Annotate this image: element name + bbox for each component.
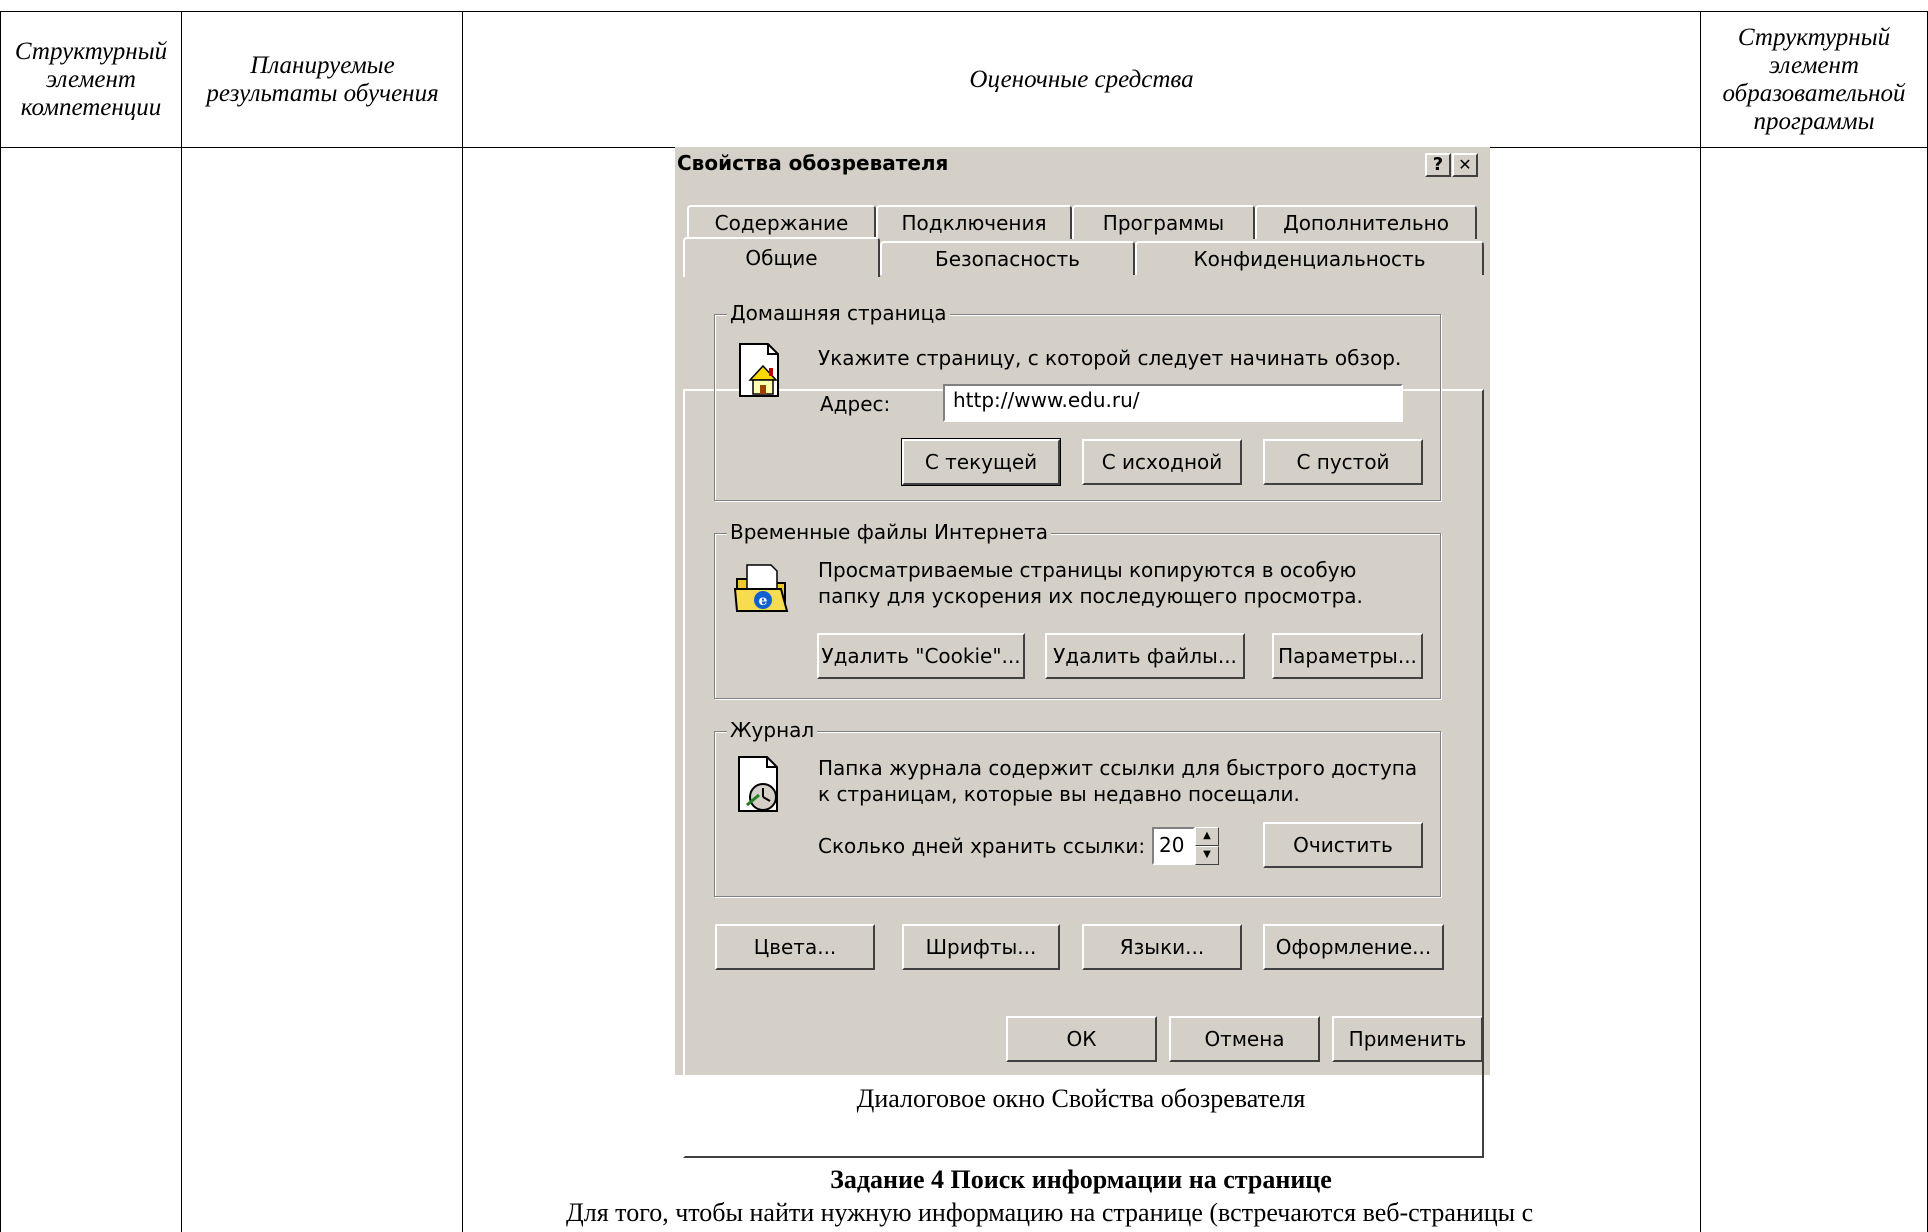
address-label: Адрес: — [820, 392, 891, 416]
header-learning-outcomes: Планируемые результаты обучения — [206, 51, 439, 107]
tab-general[interactable]: Общие — [683, 237, 880, 277]
history-legend: Журнал — [727, 718, 818, 742]
home-page-legend: Домашняя страница — [727, 301, 950, 325]
close-button[interactable]: ✕ — [1452, 153, 1478, 177]
spin-up-icon[interactable]: ▲ — [1195, 827, 1219, 846]
table-border-left — [0, 11, 1, 1232]
dialog-title: Свойства обозревателя — [677, 151, 949, 175]
dialog-titlebar: Свойства обозревателя ? ✕ — [675, 147, 1490, 181]
clear-history-button[interactable]: Очистить — [1263, 822, 1423, 868]
history-description-1: Папка журнала содержит ссылки для быстро… — [818, 756, 1418, 780]
colors-button[interactable]: Цвета... — [715, 924, 875, 970]
help-button[interactable]: ? — [1425, 153, 1451, 177]
history-clock-icon — [738, 756, 778, 812]
temp-files-folder-icon: e — [733, 564, 789, 612]
svg-text:e: e — [759, 593, 768, 609]
home-page-description: Укажите страницу, с которой следует начи… — [818, 346, 1402, 370]
tab-programs[interactable]: Программы — [1072, 205, 1255, 239]
spin-down-icon[interactable]: ▼ — [1195, 846, 1219, 865]
tab-advanced[interactable]: Дополнительно — [1255, 205, 1477, 239]
tab-security[interactable]: Безопасность — [880, 241, 1135, 275]
temp-files-description-2: папку для ускорения их последующего прос… — [818, 584, 1363, 608]
days-to-keep-label: Сколько дней хранить ссылки: — [818, 834, 1146, 858]
tab-content[interactable]: Содержание — [687, 205, 876, 239]
header-assessment-tools: Оценочные средства — [969, 65, 1194, 93]
tab-connections[interactable]: Подключения — [876, 205, 1072, 239]
use-current-button[interactable]: С текущей — [901, 438, 1061, 486]
accessibility-button[interactable]: Оформление... — [1263, 924, 1444, 970]
settings-button[interactable]: Параметры... — [1272, 633, 1423, 679]
table-col-divider-3 — [1700, 11, 1701, 1232]
days-to-keep-input[interactable]: 20 — [1152, 827, 1195, 865]
table-col-divider-1 — [181, 11, 182, 1232]
temp-files-legend: Временные файлы Интернета — [727, 520, 1051, 544]
internet-options-dialog: Свойства обозревателя ? ✕ Содержание Под… — [675, 147, 1490, 1158]
days-spinner[interactable]: ▲ ▼ — [1195, 827, 1219, 865]
task-text: Для того, чтобы найти нужную информацию … — [566, 1198, 1534, 1227]
tab-privacy[interactable]: Конфиденциальность — [1135, 241, 1484, 275]
header-competence-element: Структурный элемент компетенции — [14, 37, 168, 121]
fonts-button[interactable]: Шрифты... — [902, 924, 1060, 970]
table-col-divider-2 — [462, 11, 463, 1232]
header-program-element: Структурный элемент образовательной прог… — [1722, 23, 1906, 135]
delete-cookies-button[interactable]: Удалить "Cookie"... — [817, 633, 1025, 679]
history-description-2: к страницам, которые вы недавно посещали… — [818, 782, 1300, 806]
temp-files-description-1: Просматриваемые страницы копируются в ос… — [818, 558, 1357, 582]
delete-files-button[interactable]: Удалить файлы... — [1045, 633, 1245, 679]
use-default-button[interactable]: С исходной — [1082, 439, 1242, 485]
home-page-icon — [739, 343, 779, 397]
address-input[interactable]: http://www.edu.ru/ — [943, 384, 1403, 422]
languages-button[interactable]: Языки... — [1082, 924, 1242, 970]
task-title: Задание 4 Поиск информации на странице — [830, 1165, 1332, 1194]
use-blank-button[interactable]: С пустой — [1263, 439, 1423, 485]
